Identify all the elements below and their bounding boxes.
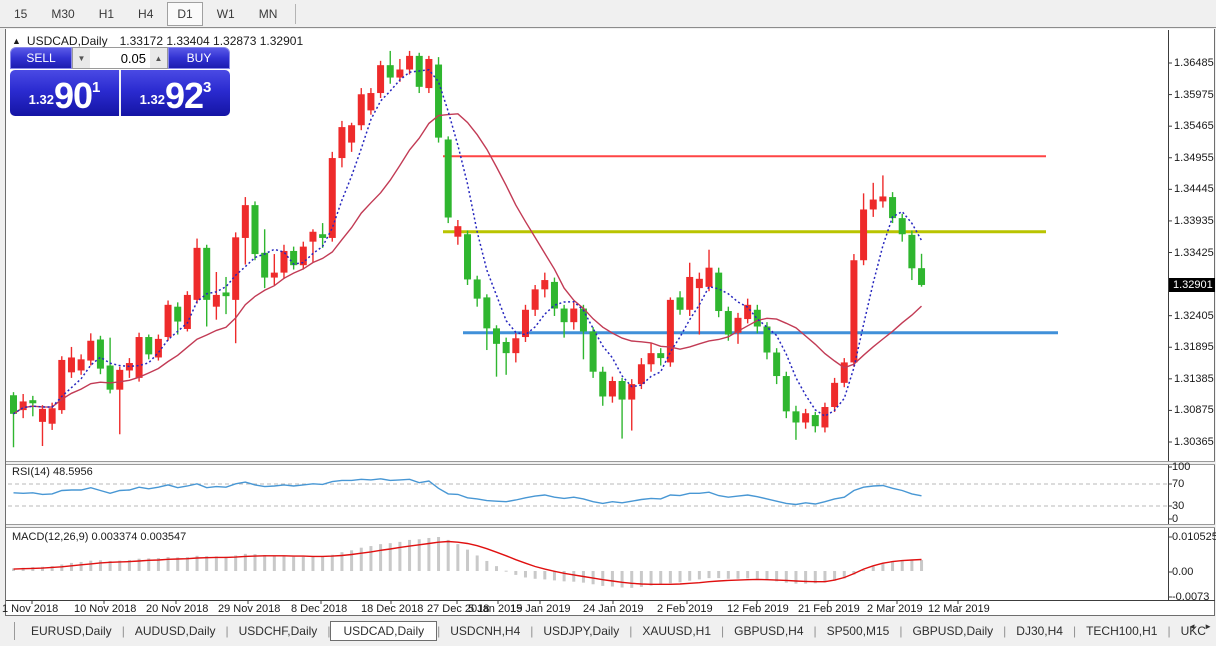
price-axis-separator: [1168, 30, 1169, 600]
price-axis-label: 1.30875: [1174, 404, 1216, 416]
volume-input[interactable]: [90, 48, 150, 68]
indicator-axis-label: 100: [1172, 461, 1190, 473]
symbol-tab-gbpusd[interactable]: GBPUSD,H4: [724, 622, 813, 640]
ask-big-digits: 92: [165, 79, 203, 112]
date-axis-label: 18 Dec 2018: [361, 603, 423, 615]
timeframe-toolbar: 15M30H1H4D1W1MN: [0, 0, 1216, 28]
symbol-tab-eurusd[interactable]: EURUSD,Daily: [21, 622, 122, 640]
date-axis-label: 2 Mar 2019: [867, 603, 923, 615]
symbol-tab-gbpusd[interactable]: GBPUSD,Daily: [902, 622, 1003, 640]
symbol-tab-bar: EURUSD,Daily|AUDUSD,Daily|USDCHF,Daily|U…: [0, 616, 1216, 646]
price-axis-label: 1.30365: [1174, 436, 1216, 448]
collapse-arrow-icon[interactable]: ▲: [12, 36, 21, 46]
tabbar-edge-separator: [14, 622, 15, 640]
date-axis-label: 2 Feb 2019: [657, 603, 713, 615]
date-axis-label: 10 Nov 2018: [74, 603, 136, 615]
sell-button[interactable]: SELL: [10, 47, 72, 69]
price-axis-label: 1.35975: [1174, 89, 1216, 101]
date-axis-label: 12 Mar 2019: [928, 603, 990, 615]
quote-display: 1.32 90 1 1.32 92 3: [10, 70, 230, 116]
indicator-axis-label: 0: [1172, 513, 1178, 525]
chart-ohlc-values: 1.33172 1.33404 1.32873 1.32901: [120, 34, 304, 48]
price-axis-label: 1.36485: [1174, 57, 1216, 69]
one-click-trading-panel: SELL ▼ ▲ BUY 1.32 90 1 1.32 92 3: [10, 47, 230, 116]
timeframe-button-w1[interactable]: W1: [207, 2, 245, 26]
date-axis-label: 20 Nov 2018: [146, 603, 208, 615]
rsi-pane-splitter[interactable]: [6, 461, 1215, 465]
chart-symbol-title: USDCAD,Daily: [27, 34, 108, 48]
price-axis-label: 1.34445: [1174, 183, 1216, 195]
indicator-axis-label: -0.0073: [1172, 591, 1209, 603]
volume-increase-button[interactable]: ▲: [150, 48, 167, 68]
timeframe-button-15[interactable]: 15: [4, 2, 37, 26]
ask-price[interactable]: 1.32 92 3: [121, 70, 230, 116]
symbol-tab-usdjpy[interactable]: USDJPY,Daily: [533, 622, 629, 640]
symbol-tab-usdcnh[interactable]: USDCNH,H4: [440, 622, 530, 640]
bid-pipette-digit: 1: [92, 79, 100, 96]
toolbar-separator: [295, 4, 296, 24]
price-axis-label: 1.33935: [1174, 215, 1216, 227]
volume-decrease-button[interactable]: ▼: [73, 48, 90, 68]
indicator-axis-label: 0.010525: [1172, 531, 1216, 543]
tab-scroll-right-icon[interactable]: ►: [1204, 622, 1212, 631]
indicator-axis-label: 70: [1172, 478, 1184, 490]
current-price-badge: 1.32901: [1169, 278, 1215, 292]
symbol-tab-dj30[interactable]: DJ30,H4: [1006, 622, 1073, 640]
rsi-label: RSI(14) 48.5956: [12, 466, 93, 478]
date-axis-label: 15 Jan 2019: [510, 603, 571, 615]
date-axis-label: 12 Feb 2019: [727, 603, 789, 615]
date-axis-label: 1 Nov 2018: [2, 603, 58, 615]
ask-prefix: 1.32: [140, 92, 165, 107]
symbol-tab-audusd[interactable]: AUDUSD,Daily: [125, 622, 226, 640]
timeframe-button-m30[interactable]: M30: [41, 2, 84, 26]
macd-pane-splitter[interactable]: [6, 524, 1215, 528]
timeframe-button-h4[interactable]: H4: [128, 2, 163, 26]
indicator-axis-label: 30: [1172, 500, 1184, 512]
symbol-tab-usdchf[interactable]: USDCHF,Daily: [229, 622, 328, 640]
symbol-tab-sp500[interactable]: SP500,M15: [817, 622, 900, 640]
bid-big-digits: 90: [54, 79, 92, 112]
symbol-tab-xauusd[interactable]: XAUUSD,H1: [632, 622, 721, 640]
chart-title-row: ▲ USDCAD,Daily 1.33172 1.33404 1.32873 1…: [12, 34, 303, 48]
price-axis-label: 1.31895: [1174, 341, 1216, 353]
price-axis-label: 1.34955: [1174, 152, 1216, 164]
symbol-tab-tech100[interactable]: TECH100,H1: [1076, 622, 1167, 640]
tab-scroll-left-icon[interactable]: ◄: [1188, 622, 1196, 631]
price-axis-label: 1.32405: [1174, 310, 1216, 322]
timeframe-button-h1[interactable]: H1: [89, 2, 124, 26]
date-axis-label: 21 Feb 2019: [798, 603, 860, 615]
symbol-tab-usdcad[interactable]: USDCAD,Daily: [330, 621, 437, 641]
volume-stepper: ▼ ▲: [72, 47, 168, 69]
bid-price[interactable]: 1.32 90 1: [10, 70, 121, 116]
ask-pipette-digit: 3: [203, 79, 211, 96]
bid-prefix: 1.32: [29, 92, 54, 107]
tab-scroll-arrows: ◄ ►: [1188, 622, 1212, 631]
timeframe-button-d1[interactable]: D1: [167, 2, 202, 26]
date-axis-separator: [6, 600, 1215, 601]
price-axis-label: 1.35465: [1174, 120, 1216, 132]
price-axis-label: 1.33425: [1174, 247, 1216, 259]
date-axis-label: 24 Jan 2019: [583, 603, 644, 615]
date-axis-label: 8 Dec 2018: [291, 603, 347, 615]
price-axis-label: 1.31385: [1174, 373, 1216, 385]
buy-button[interactable]: BUY: [168, 47, 230, 69]
macd-label: MACD(12,26,9) 0.003374 0.003547: [12, 531, 186, 543]
date-axis-label: 29 Nov 2018: [218, 603, 280, 615]
timeframe-button-mn[interactable]: MN: [249, 2, 288, 26]
indicator-axis-label: 0.00: [1172, 566, 1193, 578]
